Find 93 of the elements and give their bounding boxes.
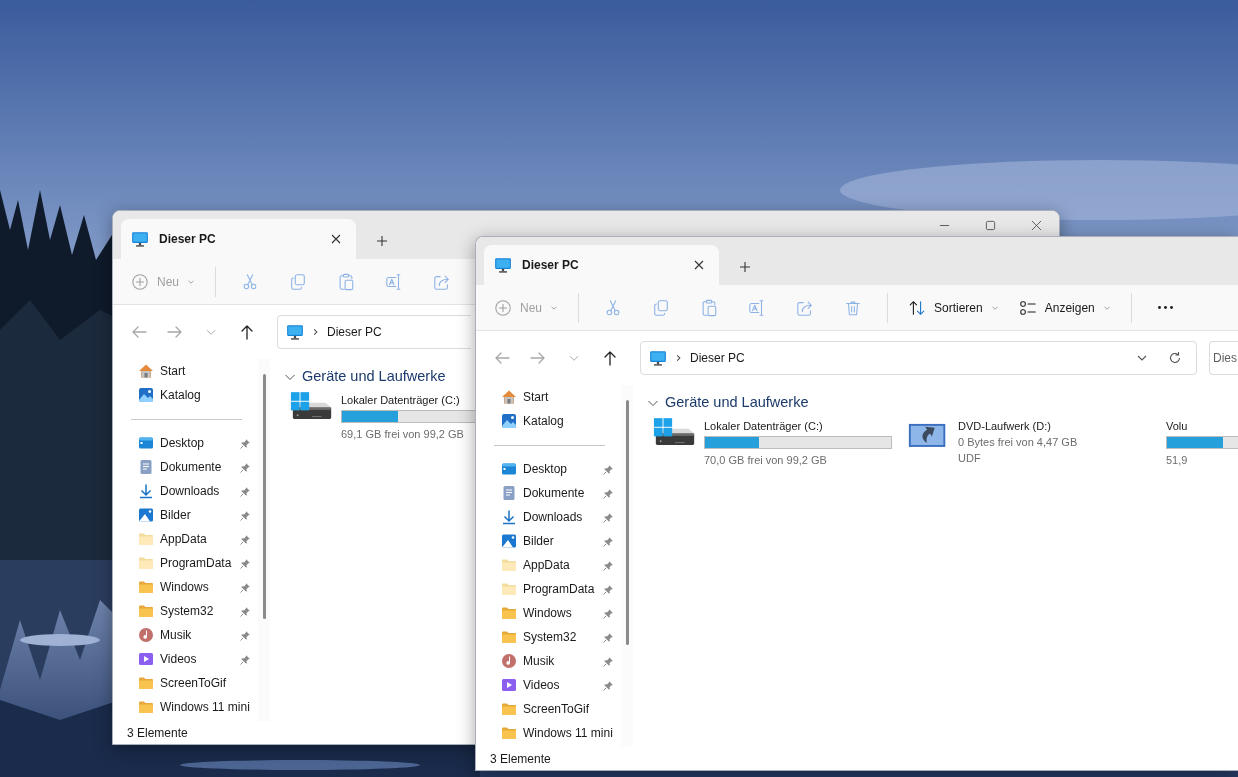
- sidebar-item[interactable]: Katalog: [476, 409, 621, 433]
- sidebar-item[interactable]: AppData: [113, 527, 258, 551]
- monitor-icon: [494, 256, 512, 274]
- status-text: 3 Elemente: [490, 750, 551, 768]
- monitor-icon: [131, 230, 149, 248]
- image-icon: [501, 413, 517, 429]
- sidebar-item[interactable]: Videos: [476, 673, 621, 697]
- sidebar-item[interactable]: Start: [476, 385, 621, 409]
- drive-info: 51,9: [1166, 453, 1188, 468]
- sidebar-item[interactable]: Downloads: [113, 479, 258, 503]
- sidebar-item[interactable]: Dokumente: [113, 455, 258, 479]
- sidebar-item[interactable]: Downloads: [476, 505, 621, 529]
- download-icon: [501, 509, 517, 525]
- download-icon: [138, 483, 154, 499]
- image-icon: [138, 387, 154, 403]
- sidebar-item[interactable]: Musik: [476, 649, 621, 673]
- music-icon: [138, 627, 154, 643]
- sidebar-item[interactable]: Desktop: [476, 457, 621, 481]
- document-icon: [138, 459, 154, 475]
- group-header[interactable]: Geräte und Laufwerke: [284, 365, 446, 389]
- sidebar-item[interactable]: Start: [113, 359, 258, 383]
- folder-icon: [138, 675, 154, 691]
- sidebar-item[interactable]: ScreenToGif: [113, 671, 258, 695]
- sidebar-item[interactable]: Katalog: [113, 383, 258, 407]
- folder-icon: [501, 605, 517, 621]
- folder-icon: [138, 699, 154, 715]
- sidebar-item[interactable]: System32: [476, 625, 621, 649]
- monitor-icon: [649, 349, 667, 367]
- desktop-icon: [138, 435, 154, 451]
- house-icon: [501, 389, 517, 405]
- breadcrumb-chevron-icon: [675, 353, 682, 363]
- status-text: 3 Elemente: [127, 724, 188, 742]
- music-icon: [501, 653, 517, 669]
- document-icon: [501, 485, 517, 501]
- sidebar-item[interactable]: Windows: [476, 601, 621, 625]
- sidebar-item[interactable]: ProgramData: [113, 551, 258, 575]
- sidebar-item[interactable]: Dokumente: [476, 481, 621, 505]
- close-icon: [330, 233, 342, 245]
- drive-name[interactable]: Lokaler Datenträger (C:): [341, 392, 460, 408]
- sidebar-item[interactable]: ProgramData: [476, 577, 621, 601]
- folder-icon: [138, 555, 154, 571]
- close-icon: [693, 259, 705, 271]
- house-icon: [138, 363, 154, 379]
- folder-icon: [501, 581, 517, 597]
- sidebar-item[interactable]: Musik: [113, 623, 258, 647]
- scrollbar[interactable]: [625, 400, 629, 645]
- sidebar-item[interactable]: Windows 11 mini: [113, 695, 258, 719]
- drive-info: 0 Bytes frei von 4,47 GB: [958, 435, 1078, 450]
- address-bar[interactable]: Dieser PC: [640, 341, 1197, 375]
- plus-icon: [739, 261, 751, 273]
- breadcrumb[interactable]: Dieser PC: [327, 323, 382, 341]
- sidebar-item[interactable]: Bilder: [476, 529, 621, 553]
- folder-icon: [501, 701, 517, 717]
- folder-icon: [501, 557, 517, 573]
- sidebar-item[interactable]: AppData: [476, 553, 621, 577]
- folder-icon: [501, 725, 517, 741]
- folder-icon: [501, 629, 517, 645]
- sort-button[interactable]: Sortieren: [902, 290, 1005, 325]
- folder-icon: [138, 579, 154, 595]
- drive-name[interactable]: Lokaler Datenträger (C:): [704, 418, 823, 434]
- drive-name[interactable]: DVD-Laufwerk (D:): [958, 418, 1051, 434]
- tab[interactable]: Dieser PC: [121, 219, 356, 259]
- refresh-icon: [1168, 351, 1182, 365]
- sidebar-item[interactable]: Windows: [113, 575, 258, 599]
- drive-name[interactable]: Volu: [1166, 418, 1188, 434]
- sidebar-item[interactable]: System32: [113, 599, 258, 623]
- drive-info: 69,1 GB frei von 99,2 GB: [341, 427, 464, 442]
- tab[interactable]: Dieser PC: [484, 245, 719, 285]
- desktop-icon: [501, 461, 517, 477]
- sidebar-item[interactable]: Windows 11 mini: [476, 721, 621, 745]
- close-icon: [1030, 219, 1042, 231]
- maximize-icon: [984, 219, 996, 231]
- image-icon: [138, 507, 154, 523]
- video-icon: [138, 651, 154, 667]
- drive-info: 70,0 GB frei von 99,2 GB: [704, 453, 827, 468]
- address-bar[interactable]: Dieser PC: [277, 315, 471, 349]
- folder-icon: [138, 531, 154, 547]
- plus-icon: [376, 235, 388, 247]
- drive-info: UDF: [958, 451, 981, 466]
- group-header[interactable]: Geräte und Laufwerke: [647, 391, 809, 415]
- sidebar-item[interactable]: Videos: [113, 647, 258, 671]
- search-field[interactable]: Dies: [1209, 341, 1238, 375]
- monitor-icon: [286, 323, 304, 341]
- video-icon: [501, 677, 517, 693]
- breadcrumb[interactable]: Dieser PC: [690, 349, 745, 367]
- image-icon: [501, 533, 517, 549]
- scrollbar[interactable]: [262, 374, 266, 619]
- folder-icon: [138, 603, 154, 619]
- breadcrumb-chevron-icon: [312, 327, 319, 337]
- view-button[interactable]: Anzeigen: [1012, 290, 1117, 325]
- sidebar-item[interactable]: ScreenToGif: [476, 697, 621, 721]
- sidebar-item[interactable]: Bilder: [113, 503, 258, 527]
- sidebar-item[interactable]: Desktop: [113, 431, 258, 455]
